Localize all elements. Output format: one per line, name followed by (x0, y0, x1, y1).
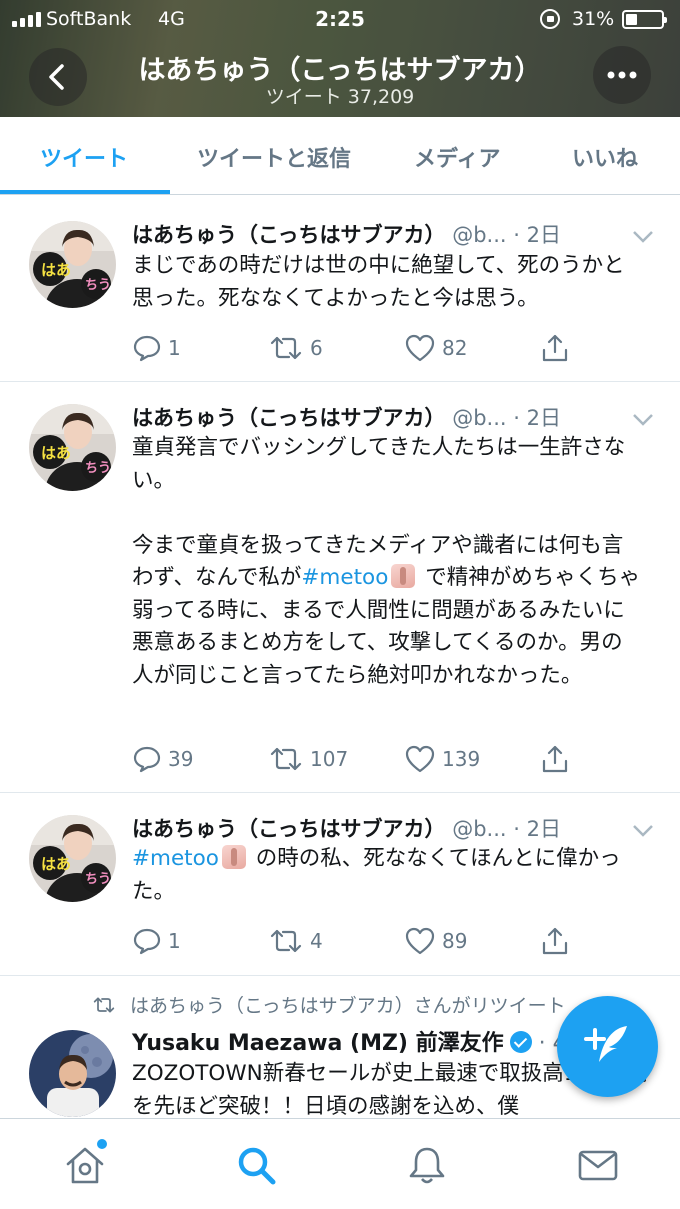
reply-count: 39 (168, 747, 194, 771)
retweet-icon (270, 929, 302, 953)
reply-button[interactable]: 1 (132, 333, 181, 363)
like-button[interactable]: 82 (404, 333, 467, 363)
raised-hand-emoji-icon (221, 845, 246, 869)
active-tab-indicator (0, 190, 170, 194)
battery-percent: 31% (572, 8, 615, 30)
retweet-button[interactable]: 4 (268, 926, 323, 956)
tweet-date: · 2日 (513, 406, 561, 430)
more-icon (607, 71, 637, 79)
retweet-count: 4 (310, 929, 323, 953)
avatar[interactable] (29, 404, 116, 491)
status-bar: SoftBank 4G 2:25 31% (0, 0, 680, 38)
author-handle: @b... (452, 223, 507, 247)
profile-tabs: ツイート ツイートと返信 メディア いいね (0, 117, 680, 195)
compose-tweet-icon (584, 1026, 627, 1062)
author-handle: @b... (452, 406, 507, 430)
reply-icon (133, 746, 161, 773)
reply-count: 1 (168, 336, 181, 360)
heart-icon (405, 745, 435, 773)
tweet-actions: 1 6 82 (132, 333, 592, 365)
heart-icon (405, 334, 435, 362)
author-name[interactable]: Yusaku Maezawa (MZ) 前澤友作 (132, 1031, 504, 1056)
hashtag-link[interactable]: #metoo (301, 565, 388, 590)
compose-tweet-button[interactable] (557, 996, 658, 1097)
avatar[interactable] (29, 1030, 116, 1117)
tweet-text: #metoo の時の私、死ななくてほんとに偉かった。 (132, 843, 642, 908)
retweet-button[interactable]: 107 (268, 744, 348, 774)
tweet-item[interactable]: はあちゅう（こっちはサブアカ） @b... · 2日 #metoo の時の私、死… (0, 793, 680, 976)
tweet-item[interactable]: はあちゅう（こっちはサブアカ） @b... · 2日 童貞発言でバッシングしてき… (0, 382, 680, 793)
avatar[interactable] (29, 221, 116, 308)
tweet-header: はあちゅう（こっちはサブアカ） @b... · 2日 (132, 402, 652, 432)
home-icon (66, 1147, 104, 1184)
tab-tweets[interactable]: ツイート (40, 141, 128, 173)
share-icon (542, 745, 568, 773)
retweet-button[interactable]: 6 (268, 333, 323, 363)
share-icon (542, 334, 568, 362)
raised-hand-emoji-icon (391, 564, 416, 588)
retweet-icon (93, 997, 115, 1013)
tweet-actions: 39 107 139 (132, 744, 592, 776)
author-name[interactable]: はあちゅう（こっちはサブアカ） (132, 406, 446, 430)
tab-media[interactable]: メディア (414, 141, 500, 173)
tweet-date: · 2日 (513, 817, 561, 841)
verified-badge-icon (509, 1031, 532, 1053)
nav-messages[interactable] (576, 1143, 620, 1187)
like-count: 89 (442, 929, 468, 953)
avatar[interactable] (29, 815, 116, 902)
share-icon (542, 927, 568, 955)
author-handle: @b... (452, 817, 507, 841)
like-count: 139 (442, 747, 481, 771)
more-button[interactable] (593, 46, 651, 104)
share-button[interactable] (540, 333, 570, 363)
hashtag-link[interactable]: #metoo (132, 846, 219, 871)
battery-icon (622, 10, 667, 29)
profile-header: SoftBank 4G 2:25 31% はあちゅう（こっちはサブアカ） ツイー… (0, 0, 680, 117)
tweet-header: はあちゅう（こっちはサブアカ） @b... · 2日 (132, 219, 652, 249)
tab-tweets-and-replies[interactable]: ツイートと返信 (197, 141, 351, 173)
new-content-dot (97, 1139, 107, 1149)
chevron-down-icon[interactable] (632, 230, 654, 244)
nav-notifications[interactable] (405, 1143, 449, 1187)
reply-button[interactable]: 39 (132, 744, 193, 774)
retweet-icon (270, 747, 302, 771)
like-button[interactable]: 89 (404, 926, 467, 956)
tweet-actions: 1 4 89 (132, 926, 592, 958)
like-button[interactable]: 139 (404, 744, 480, 774)
notifications-icon (409, 1147, 445, 1184)
heart-icon (405, 927, 435, 955)
retweet-count: 6 (310, 336, 323, 360)
tweet-text: 童貞発言でバッシングしてきた人たちは一生許さない。 今まで童貞を扱ってきたメディ… (132, 432, 642, 692)
chevron-down-icon[interactable] (632, 824, 654, 838)
reply-count: 1 (168, 929, 181, 953)
chevron-down-icon[interactable] (632, 413, 654, 427)
bottom-nav (0, 1118, 680, 1209)
reply-button[interactable]: 1 (132, 926, 181, 956)
tweet-count: ツイート 37,209 (265, 86, 415, 108)
share-button[interactable] (540, 744, 570, 774)
retweet-context: はあちゅう（こっちはサブアカ）さんがリツイート (92, 991, 566, 1018)
tweet-header: はあちゅう（こっちはサブアカ） @b... · 2日 (132, 813, 652, 843)
retweet-icon (270, 336, 302, 360)
like-count: 82 (442, 336, 468, 360)
author-name[interactable]: はあちゅう（こっちはサブアカ） (132, 223, 446, 247)
messages-icon (578, 1150, 618, 1181)
reply-icon (133, 928, 161, 955)
share-button[interactable] (540, 926, 570, 956)
search-icon (238, 1147, 276, 1185)
retweet-context-label: はあちゅう（こっちはサブアカ）さんがリツイート (130, 995, 566, 1017)
tweet-text: まじであの時だけは世の中に絶望して、死のうかと思った。死ななくてよかったと今は思… (132, 253, 625, 311)
tab-likes[interactable]: いいね (572, 141, 638, 173)
author-name[interactable]: はあちゅう（こっちはサブアカ） (132, 817, 446, 841)
retweet-count: 107 (310, 747, 349, 771)
nav-home[interactable] (63, 1139, 107, 1187)
reply-icon (133, 335, 161, 362)
tweet-item[interactable]: はあちゅう（こっちはサブアカ） @b... · 2日 まじであの時だけは世の中に… (0, 196, 680, 382)
tweet-date: · 2日 (513, 223, 561, 247)
orientation-lock-icon (540, 9, 560, 29)
nav-search[interactable] (234, 1143, 278, 1187)
